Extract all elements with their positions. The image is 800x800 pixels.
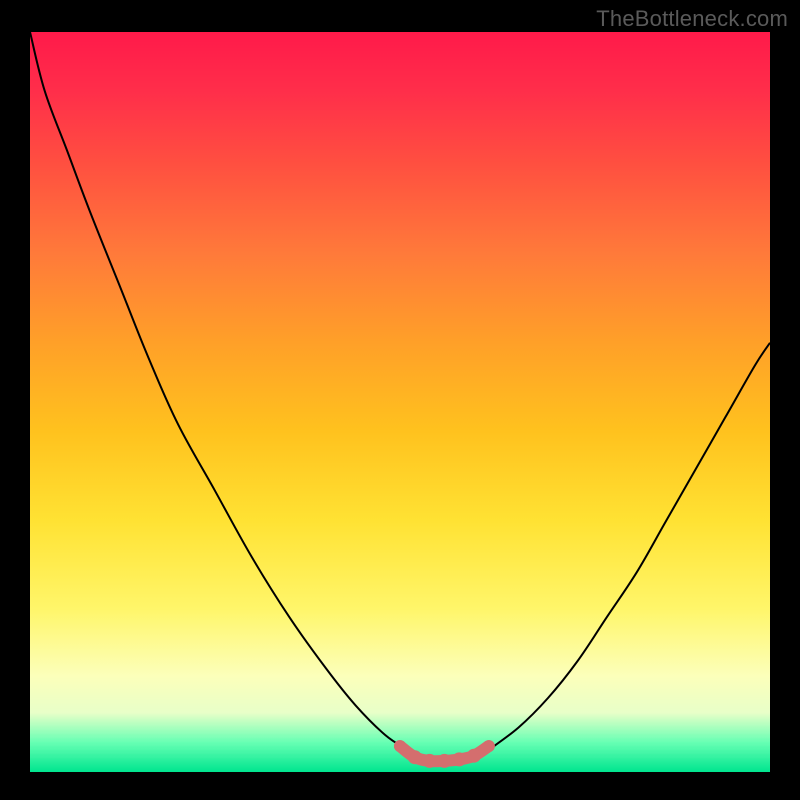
optimum-marker [452, 752, 466, 766]
optimum-marker [483, 740, 495, 752]
optimum-marker [437, 754, 451, 768]
optimum-marker [394, 740, 406, 752]
optimum-marker [467, 749, 481, 763]
chart-stage: TheBottleneck.com [0, 0, 800, 800]
optimum-marker [408, 750, 422, 764]
plot-area [30, 32, 770, 772]
bottleneck-curve-right [489, 343, 770, 750]
optimum-marker [423, 754, 437, 768]
bottleneck-optimum-markers [394, 740, 495, 768]
watermark-text: TheBottleneck.com [596, 6, 788, 32]
bottleneck-curve-left [30, 32, 407, 750]
chart-svg [30, 32, 770, 772]
